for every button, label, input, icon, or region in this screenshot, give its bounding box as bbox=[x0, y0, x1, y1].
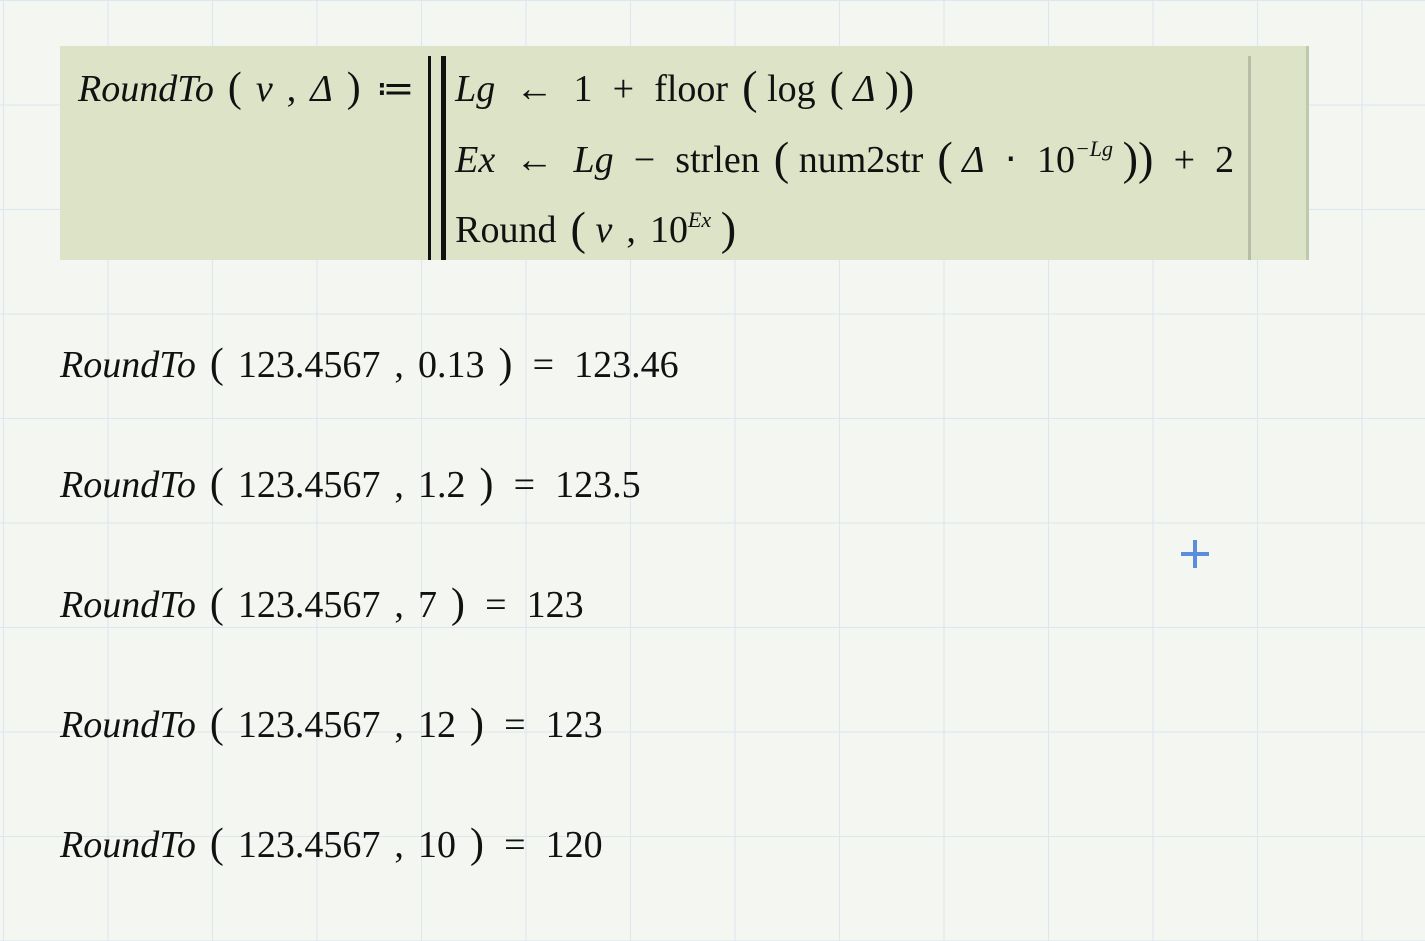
fn-strlen: strlen bbox=[675, 139, 759, 181]
ex-result: 120 bbox=[546, 824, 603, 866]
comma: , bbox=[394, 704, 404, 746]
var-lg: Lg bbox=[455, 68, 495, 110]
program-line-2: Ex ← Lg − strlen ( num2str ( Δ ⋅ 10−Lg )… bbox=[455, 127, 1234, 190]
ex-arg2: 12 bbox=[418, 704, 456, 746]
insertion-cursor-icon bbox=[1181, 540, 1209, 568]
param-delta: Δ bbox=[310, 68, 332, 110]
comma: , bbox=[626, 209, 636, 251]
ex-fn: RoundTo bbox=[60, 704, 196, 746]
literal-1: 1 bbox=[574, 68, 593, 110]
fn-round: Round bbox=[455, 209, 556, 251]
arg-v: v bbox=[595, 209, 612, 251]
definition-region[interactable]: RoundTo ( v , Δ ) ≔ Lg ← 1 + floor bbox=[60, 46, 1309, 260]
comma: , bbox=[394, 344, 404, 386]
param-v: v bbox=[256, 68, 273, 110]
literal-10b: 10 bbox=[650, 209, 688, 251]
fn-name: RoundTo bbox=[78, 68, 214, 110]
example-row[interactable]: RoundTo ( 123.4567 , 7 ) = 123 bbox=[60, 580, 679, 628]
fn-floor: floor bbox=[654, 68, 728, 110]
ex-result: 123 bbox=[546, 704, 603, 746]
assign-arrow: ← bbox=[515, 139, 553, 181]
comma: , bbox=[394, 464, 404, 506]
ex-arg1: 123.4567 bbox=[238, 464, 381, 506]
comma: , bbox=[394, 824, 404, 866]
ex-arg1: 123.4567 bbox=[238, 824, 381, 866]
ex-result: 123.5 bbox=[555, 464, 641, 506]
comma: , bbox=[394, 584, 404, 626]
example-row[interactable]: RoundTo ( 123.4567 , 12 ) = 123 bbox=[60, 700, 679, 748]
arg-delta: Δ bbox=[853, 68, 875, 110]
program-line-3: Round ( v , 10Ex ) bbox=[455, 197, 1234, 260]
literal-2: 2 bbox=[1215, 139, 1234, 181]
exp-neg-lg: −Lg bbox=[1075, 136, 1113, 161]
literal-10: 10 bbox=[1037, 139, 1075, 181]
ex-result: 123.46 bbox=[574, 344, 679, 386]
definition-lhs: RoundTo ( v , Δ ) ≔ bbox=[78, 64, 420, 112]
definition-equation: RoundTo ( v , Δ ) ≔ Lg ← 1 + floor bbox=[78, 56, 1286, 260]
ex-fn: RoundTo bbox=[60, 584, 196, 626]
example-row[interactable]: RoundTo ( 123.4567 , 1.2 ) = 123.5 bbox=[60, 460, 679, 508]
mul-dot: ⋅ bbox=[1005, 139, 1017, 181]
ex-arg2: 1.2 bbox=[418, 464, 466, 506]
ex-arg2: 7 bbox=[418, 584, 437, 626]
plus-op: + bbox=[613, 68, 634, 110]
ex-arg1: 123.4567 bbox=[238, 704, 381, 746]
ex-fn: RoundTo bbox=[60, 344, 196, 386]
equals: = bbox=[514, 464, 535, 506]
exp-ex: Ex bbox=[688, 207, 711, 232]
equals: = bbox=[504, 824, 525, 866]
plus-op-2: + bbox=[1174, 139, 1195, 181]
ref-lg: Lg bbox=[573, 139, 613, 181]
assign-arrow: ← bbox=[515, 68, 553, 110]
comma: , bbox=[287, 68, 297, 110]
minus-op: − bbox=[634, 139, 655, 181]
example-row[interactable]: RoundTo ( 123.4567 , 0.13 ) = 123.46 bbox=[60, 340, 679, 388]
program-delimiter-right bbox=[1244, 56, 1251, 260]
examples-block: RoundTo ( 123.4567 , 0.13 ) = 123.46 Rou… bbox=[60, 340, 679, 940]
ex-arg1: 123.4567 bbox=[238, 344, 381, 386]
program-body: Lg ← 1 + floor ( log ( Δ )) Ex ← bbox=[428, 56, 1251, 260]
program-delimiter-left bbox=[428, 56, 441, 260]
fn-log: log bbox=[767, 68, 816, 110]
ex-result: 123 bbox=[527, 584, 584, 626]
example-row[interactable]: RoundTo ( 123.4567 , 10 ) = 120 bbox=[60, 820, 679, 868]
ex-arg2: 10 bbox=[418, 824, 456, 866]
var-ex: Ex bbox=[455, 139, 495, 181]
ex-fn: RoundTo bbox=[60, 464, 196, 506]
ex-arg2: 0.13 bbox=[418, 344, 485, 386]
equals: = bbox=[485, 584, 506, 626]
worksheet-canvas[interactable]: RoundTo ( v , Δ ) ≔ Lg ← 1 + floor bbox=[0, 0, 1425, 941]
program-line-1: Lg ← 1 + floor ( log ( Δ )) bbox=[455, 56, 1234, 119]
ex-fn: RoundTo bbox=[60, 824, 196, 866]
arg-delta-2: Δ bbox=[962, 139, 984, 181]
equals: = bbox=[504, 704, 525, 746]
fn-num2str: num2str bbox=[799, 139, 924, 181]
ex-arg1: 123.4567 bbox=[238, 584, 381, 626]
assign-op: ≔ bbox=[376, 68, 414, 110]
equals: = bbox=[533, 344, 554, 386]
